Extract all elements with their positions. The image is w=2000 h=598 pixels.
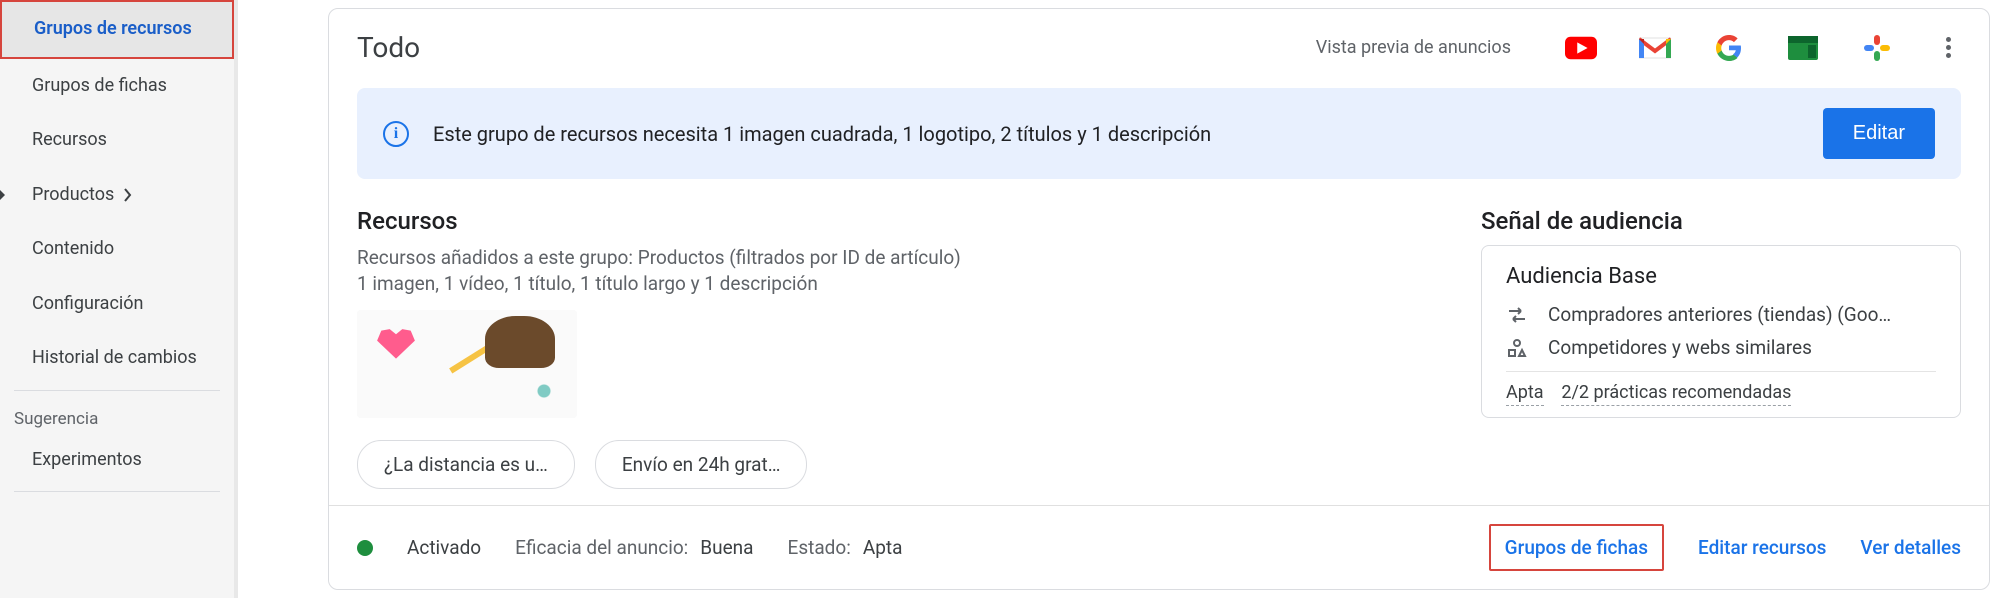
chip[interactable]: ¿La distancia es u…	[357, 440, 575, 489]
hand-icon	[485, 316, 555, 368]
sidebar-item-label: Historial de cambios	[32, 347, 197, 370]
state-label: Estado:	[788, 536, 851, 559]
sidebar-item-label: Configuración	[32, 293, 143, 316]
resources-heading: Recursos	[357, 207, 1441, 235]
gmail-icon[interactable]	[1639, 35, 1671, 61]
audience-section: Señal de audiencia Audiencia Base Compra…	[1481, 207, 1961, 489]
sidebar-item-label: Productos	[32, 184, 114, 207]
divider	[14, 390, 220, 391]
display-icon[interactable]	[1787, 35, 1819, 61]
google-g-icon[interactable]	[1713, 35, 1745, 61]
asset-thumbnail[interactable]	[357, 310, 577, 418]
sidebar-item-grupos-fichas[interactable]: Grupos de fichas	[0, 59, 234, 114]
sidebar-section-label: Sugerencia	[0, 395, 234, 433]
divider	[14, 491, 220, 492]
audience-row-text: Compradores anteriores (tiendas) (Goo…	[1548, 303, 1891, 326]
caret-right-icon	[124, 188, 132, 202]
discover-icon[interactable]	[1861, 35, 1893, 61]
resources-desc-2: 1 imagen, 1 vídeo, 1 título, 1 título la…	[357, 271, 1441, 297]
youtube-icon[interactable]	[1565, 35, 1597, 61]
page-title: Todo	[357, 31, 420, 64]
sidebar-item-productos[interactable]: Productos	[0, 168, 234, 223]
notice-text: Este grupo de recursos necesita 1 imagen…	[433, 122, 1799, 146]
sidebar-item-grupos-recursos[interactable]: Grupos de recursos	[0, 0, 234, 59]
practices-link[interactable]: 2/2 prácticas recomendadas	[1561, 382, 1791, 406]
more-menu-icon[interactable]	[1935, 37, 1961, 58]
apta-label[interactable]: Apta	[1506, 382, 1544, 406]
remarketing-icon	[1506, 306, 1528, 324]
footer-link-grupos-fichas[interactable]: Grupos de fichas	[1489, 524, 1664, 571]
main: Todo Vista previa de anuncios	[238, 0, 2000, 598]
channel-icons	[1565, 35, 1961, 61]
ad-strength-label: Eficacia del anuncio:	[515, 536, 688, 559]
status-dot-icon	[357, 540, 373, 556]
sidebar-item-label: Experimentos	[32, 449, 142, 472]
asset-group-card: Todo Vista previa de anuncios	[328, 8, 1990, 590]
requirements-notice: i Este grupo de recursos necesita 1 imag…	[357, 88, 1961, 179]
state-value: Apta	[863, 536, 903, 559]
preview-label: Vista previa de anuncios	[1316, 37, 1511, 58]
chip[interactable]: Envío en 24h grat…	[595, 440, 808, 489]
sidebar-item-label: Contenido	[32, 238, 114, 261]
audience-row-text: Competidores y webs similares	[1548, 336, 1812, 359]
segments-icon	[1506, 339, 1528, 357]
footer-link-ver-detalles[interactable]: Ver detalles	[1860, 536, 1961, 559]
edit-button[interactable]: Editar	[1823, 108, 1935, 159]
sidebar-item-configuracion[interactable]: Configuración	[0, 277, 234, 332]
audience-box: Audiencia Base Compradores anteriores (t…	[1481, 245, 1961, 418]
sidebar-item-label: Recursos	[32, 129, 107, 152]
sidebar-item-label: Grupos de fichas	[32, 75, 167, 98]
audience-box-title: Audiencia Base	[1506, 264, 1936, 289]
resources-section: Recursos Recursos añadidos a este grupo:…	[357, 207, 1441, 489]
audience-row: Competidores y webs similares	[1506, 336, 1936, 359]
sidebar: Grupos de recursos Grupos de fichas Recu…	[0, 0, 238, 598]
sidebar-item-historial[interactable]: Historial de cambios	[0, 331, 234, 386]
topbar-right: Vista previa de anuncios	[1316, 35, 1961, 61]
footer-link-editar-recursos[interactable]: Editar recursos	[1698, 536, 1826, 559]
card-footer: Activado Eficacia del anuncio: Buena Est…	[329, 505, 1989, 589]
status-text: Activado	[407, 536, 481, 559]
caret-right-icon	[0, 186, 8, 204]
headline-chips: ¿La distancia es u… Envío en 24h grat…	[357, 440, 1441, 489]
ad-strength-value: Buena	[700, 536, 753, 559]
sidebar-item-contenido[interactable]: Contenido	[0, 222, 234, 277]
audience-row: Compradores anteriores (tiendas) (Goo…	[1506, 303, 1936, 326]
sidebar-item-recursos[interactable]: Recursos	[0, 113, 234, 168]
audience-heading: Señal de audiencia	[1481, 207, 1961, 235]
audience-footer: Apta 2/2 prácticas recomendadas	[1506, 382, 1936, 403]
info-icon: i	[383, 121, 409, 147]
divider	[1506, 371, 1936, 372]
topbar: Todo Vista previa de anuncios	[357, 31, 1961, 64]
sidebar-item-experimentos[interactable]: Experimentos	[0, 433, 234, 488]
sidebar-item-label: Grupos de recursos	[34, 18, 192, 41]
resources-desc-1: Recursos añadidos a este grupo: Producto…	[357, 245, 1441, 271]
